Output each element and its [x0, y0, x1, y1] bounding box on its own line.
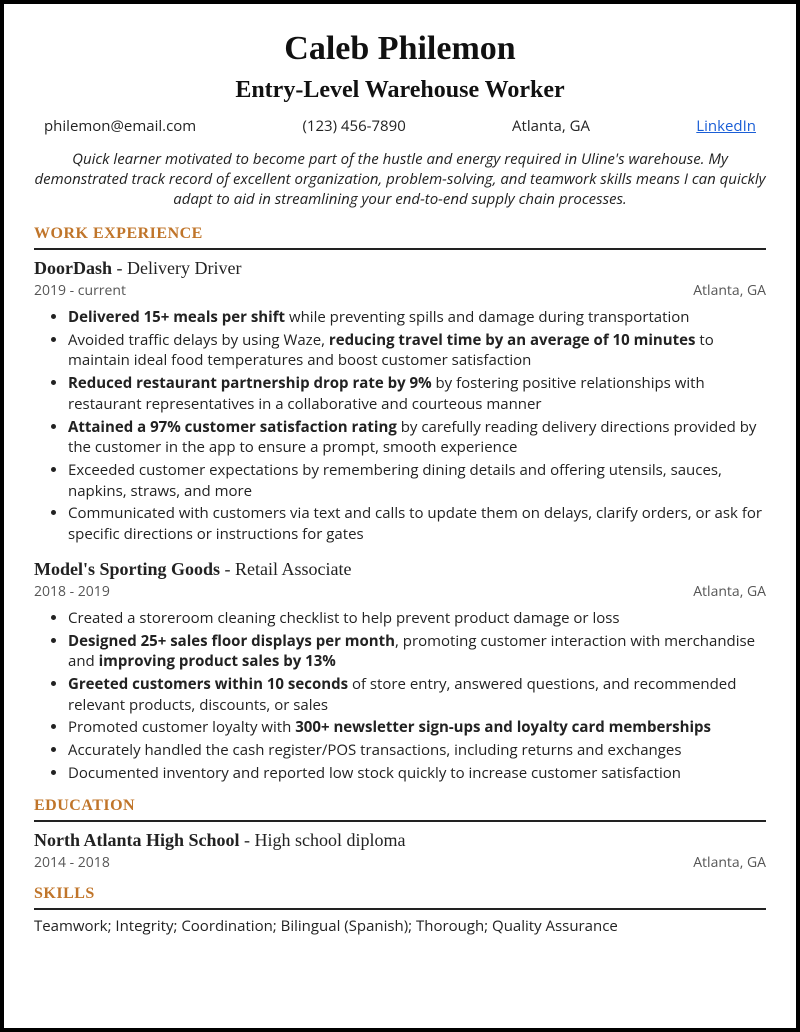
job-line: DoorDash - Delivery Driver: [34, 256, 766, 280]
bullet-item: Accurately handled the cash register/POS…: [68, 740, 766, 761]
bullet-item: Communicated with customers via text and…: [68, 503, 766, 544]
bullet-list: Delivered 15+ meals per shift while prev…: [34, 307, 766, 545]
resume-header: Caleb Philemon Entry-Level Warehouse Wor…: [34, 26, 766, 106]
job-meta: 2018 - 2019 Atlanta, GA: [34, 583, 766, 602]
job-role: Delivery Driver: [127, 258, 241, 278]
job-role: Retail Associate: [235, 559, 351, 579]
job-dates: 2019 - current: [34, 282, 126, 301]
education-line: North Atlanta High School - High school …: [34, 828, 766, 852]
phone: (123) 456-7890: [302, 116, 405, 136]
bullet-item: Created a storeroom cleaning checklist t…: [68, 608, 766, 629]
job-line: Model's Sporting Goods - Retail Associat…: [34, 557, 766, 581]
full-name: Caleb Philemon: [34, 26, 766, 72]
summary-text: Quick learner motivated to become part o…: [34, 149, 766, 210]
bullet-item: Greeted customers within 10 seconds of s…: [68, 674, 766, 715]
bullet-item: Documented inventory and reported low st…: [68, 763, 766, 784]
section-education: EDUCATION: [34, 795, 766, 822]
bullet-item: Attained a 97% customer satisfaction rat…: [68, 417, 766, 458]
job-location: Atlanta, GA: [693, 583, 766, 602]
contact-row: philemon@email.com (123) 456-7890 Atlant…: [44, 116, 756, 136]
bullet-item: Exceeded customer expectations by rememb…: [68, 460, 766, 501]
education-meta: 2014 - 2018 Atlanta, GA: [34, 854, 766, 873]
job-dates: 2018 - 2019: [34, 583, 110, 602]
bullet-item: Reduced restaurant partnership drop rate…: [68, 373, 766, 414]
linkedin-link[interactable]: LinkedIn: [696, 116, 756, 136]
bullet-list: Created a storeroom cleaning checklist t…: [34, 608, 766, 784]
bullet-item: Avoided traffic delays by using Waze, re…: [68, 330, 766, 371]
education-dates: 2014 - 2018: [34, 854, 110, 873]
company-name: Model's Sporting Goods: [34, 559, 220, 579]
degree: High school diploma: [255, 830, 406, 850]
section-work-experience: WORK EXPERIENCE: [34, 223, 766, 250]
education-location: Atlanta, GA: [693, 854, 766, 873]
company-name: DoorDash: [34, 258, 112, 278]
bullet-item: Designed 25+ sales floor displays per mo…: [68, 631, 766, 672]
email: philemon@email.com: [44, 116, 196, 136]
location: Atlanta, GA: [512, 116, 590, 136]
school-name: North Atlanta High School: [34, 830, 240, 850]
job-title: Entry-Level Warehouse Worker: [34, 74, 766, 106]
bullet-item: Delivered 15+ meals per shift while prev…: [68, 307, 766, 328]
job-location: Atlanta, GA: [693, 282, 766, 301]
skills-list: Teamwork; Integrity; Coordination; Bilin…: [34, 916, 766, 936]
section-skills: SKILLS: [34, 883, 766, 910]
bullet-item: Promoted customer loyalty with 300+ news…: [68, 717, 766, 738]
job-meta: 2019 - current Atlanta, GA: [34, 282, 766, 301]
